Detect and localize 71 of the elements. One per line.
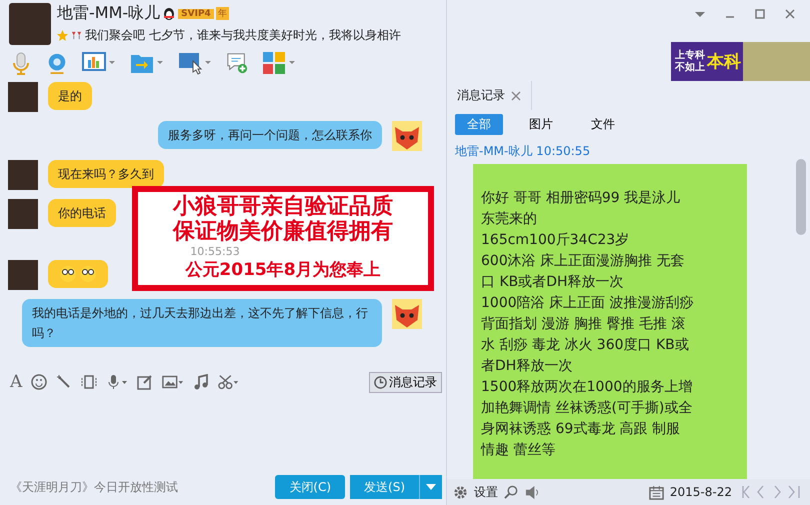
ad-headline: 本科 bbox=[707, 51, 741, 73]
filter-tab[interactable]: 图片 bbox=[517, 114, 565, 135]
caret-icon bbox=[426, 484, 436, 490]
voice-icon[interactable] bbox=[106, 374, 128, 390]
font-icon[interactable]: A bbox=[10, 372, 22, 392]
calendar-icon[interactable] bbox=[648, 484, 664, 500]
settings-label[interactable]: 设置 bbox=[474, 484, 498, 500]
message-text: 1500释放两次在1000的服务上增 bbox=[481, 378, 694, 397]
photo-placeholder bbox=[743, 42, 810, 81]
photo-placeholder bbox=[9, 3, 51, 45]
photo-placeholder bbox=[8, 260, 38, 290]
search-icon[interactable] bbox=[504, 484, 519, 500]
message-text: 水 刮痧 毒龙 冰火 360度口 KB或 bbox=[481, 336, 690, 355]
message-text: 加艳舞调情 丝袜诱惑(可手撕)或全 bbox=[481, 399, 694, 418]
message-bubble: 服务多呀，再问一个问题，怎么联系你 bbox=[158, 121, 382, 149]
photo-placeholder bbox=[8, 199, 38, 229]
history-button[interactable]: 消息记录 bbox=[369, 372, 442, 392]
settings-icon[interactable] bbox=[453, 484, 468, 500]
message-text: 东莞来的 bbox=[481, 210, 538, 229]
message-text: 600沐浴 床上正面漫游胸推 无套 bbox=[481, 252, 686, 271]
message-text: 1000陪浴 床上正面 波推漫游刮痧 bbox=[481, 294, 695, 313]
message-text: 口 KB或者DH释放一次 bbox=[481, 273, 625, 292]
stamp-text: 小狼哥哥亲自验证品质 bbox=[173, 194, 393, 219]
fox-avatar-icon bbox=[392, 121, 422, 151]
scissors-icon[interactable] bbox=[218, 374, 240, 390]
message-text: 者DH释放一次 bbox=[481, 357, 574, 376]
magic-wand-icon[interactable] bbox=[56, 374, 72, 390]
ad-text: 上专科 bbox=[675, 50, 705, 62]
year-badge: 年 bbox=[216, 7, 229, 20]
smiley-icon[interactable] bbox=[31, 374, 48, 390]
message-text: 身网袜诱惑 69式毒龙 高跟 制服 bbox=[481, 420, 682, 439]
date-label: 2015-8-22 bbox=[670, 485, 732, 499]
remote-desktop-icon[interactable] bbox=[178, 51, 212, 75]
message-bubble: 你的电话 bbox=[48, 199, 116, 227]
ad-text: 不如上 bbox=[675, 62, 705, 74]
filter-tab[interactable]: 文件 bbox=[579, 114, 627, 135]
window-title: 地雷-MM-咏儿 bbox=[57, 3, 160, 24]
message-text: 你好 哥哥 相册密码99 我是泳儿 bbox=[481, 189, 682, 208]
music-note-icon[interactable] bbox=[193, 374, 210, 390]
filter-tab[interactable]: 全部 bbox=[455, 114, 503, 135]
message-bubble: 现在来吗？多久到 bbox=[48, 160, 164, 188]
close-icon[interactable] bbox=[784, 8, 796, 20]
image-icon[interactable] bbox=[162, 374, 184, 390]
cups-icon bbox=[71, 30, 82, 41]
scrollbar-thumb[interactable] bbox=[796, 159, 806, 235]
vip-badge: SVIP4 bbox=[178, 8, 214, 18]
message-time: 10:55:53 bbox=[190, 245, 240, 258]
promo-link[interactable]: 《天涯明月刀》今日开放性测试 bbox=[10, 478, 178, 496]
close-icon[interactable] bbox=[511, 90, 521, 100]
emoji-icon bbox=[58, 264, 98, 284]
webcam-icon[interactable] bbox=[46, 51, 68, 75]
message-text: 背面指划 漫游 胸推 臀推 毛推 滚 bbox=[481, 315, 686, 334]
message-bubble: 是的 bbox=[48, 82, 92, 110]
edit-icon[interactable] bbox=[137, 374, 154, 390]
star-icon bbox=[57, 30, 68, 41]
apps-grid-icon[interactable] bbox=[262, 51, 296, 75]
message-text: 165cm100斤34C23岁 bbox=[481, 231, 630, 250]
add-message-icon[interactable] bbox=[226, 51, 248, 75]
history-tab[interactable]: 消息记录 bbox=[447, 81, 532, 110]
clock-icon bbox=[374, 376, 387, 388]
maximize-icon[interactable] bbox=[754, 8, 766, 20]
message-text: 情趣 蕾丝等 bbox=[481, 441, 556, 460]
photo-placeholder bbox=[8, 160, 38, 190]
stamp-text: 公元2015年8月为您奉上 bbox=[185, 259, 381, 282]
photo-placeholder bbox=[8, 82, 38, 112]
stamp-text: 保证物美价廉值得拥有 bbox=[173, 219, 393, 244]
status-text: 我们聚会吧 七夕节，谁来与我共度美好时光，我将以身相许 bbox=[85, 27, 401, 44]
fox-avatar-icon bbox=[392, 299, 422, 329]
message-sender: 地雷-MM-咏儿 10:50:55 bbox=[455, 143, 592, 160]
speaker-icon[interactable] bbox=[525, 484, 540, 500]
message-bubble: 我的电话是外地的，过几天去那边出差，这不先了解下信息，行吗？ bbox=[22, 299, 382, 347]
